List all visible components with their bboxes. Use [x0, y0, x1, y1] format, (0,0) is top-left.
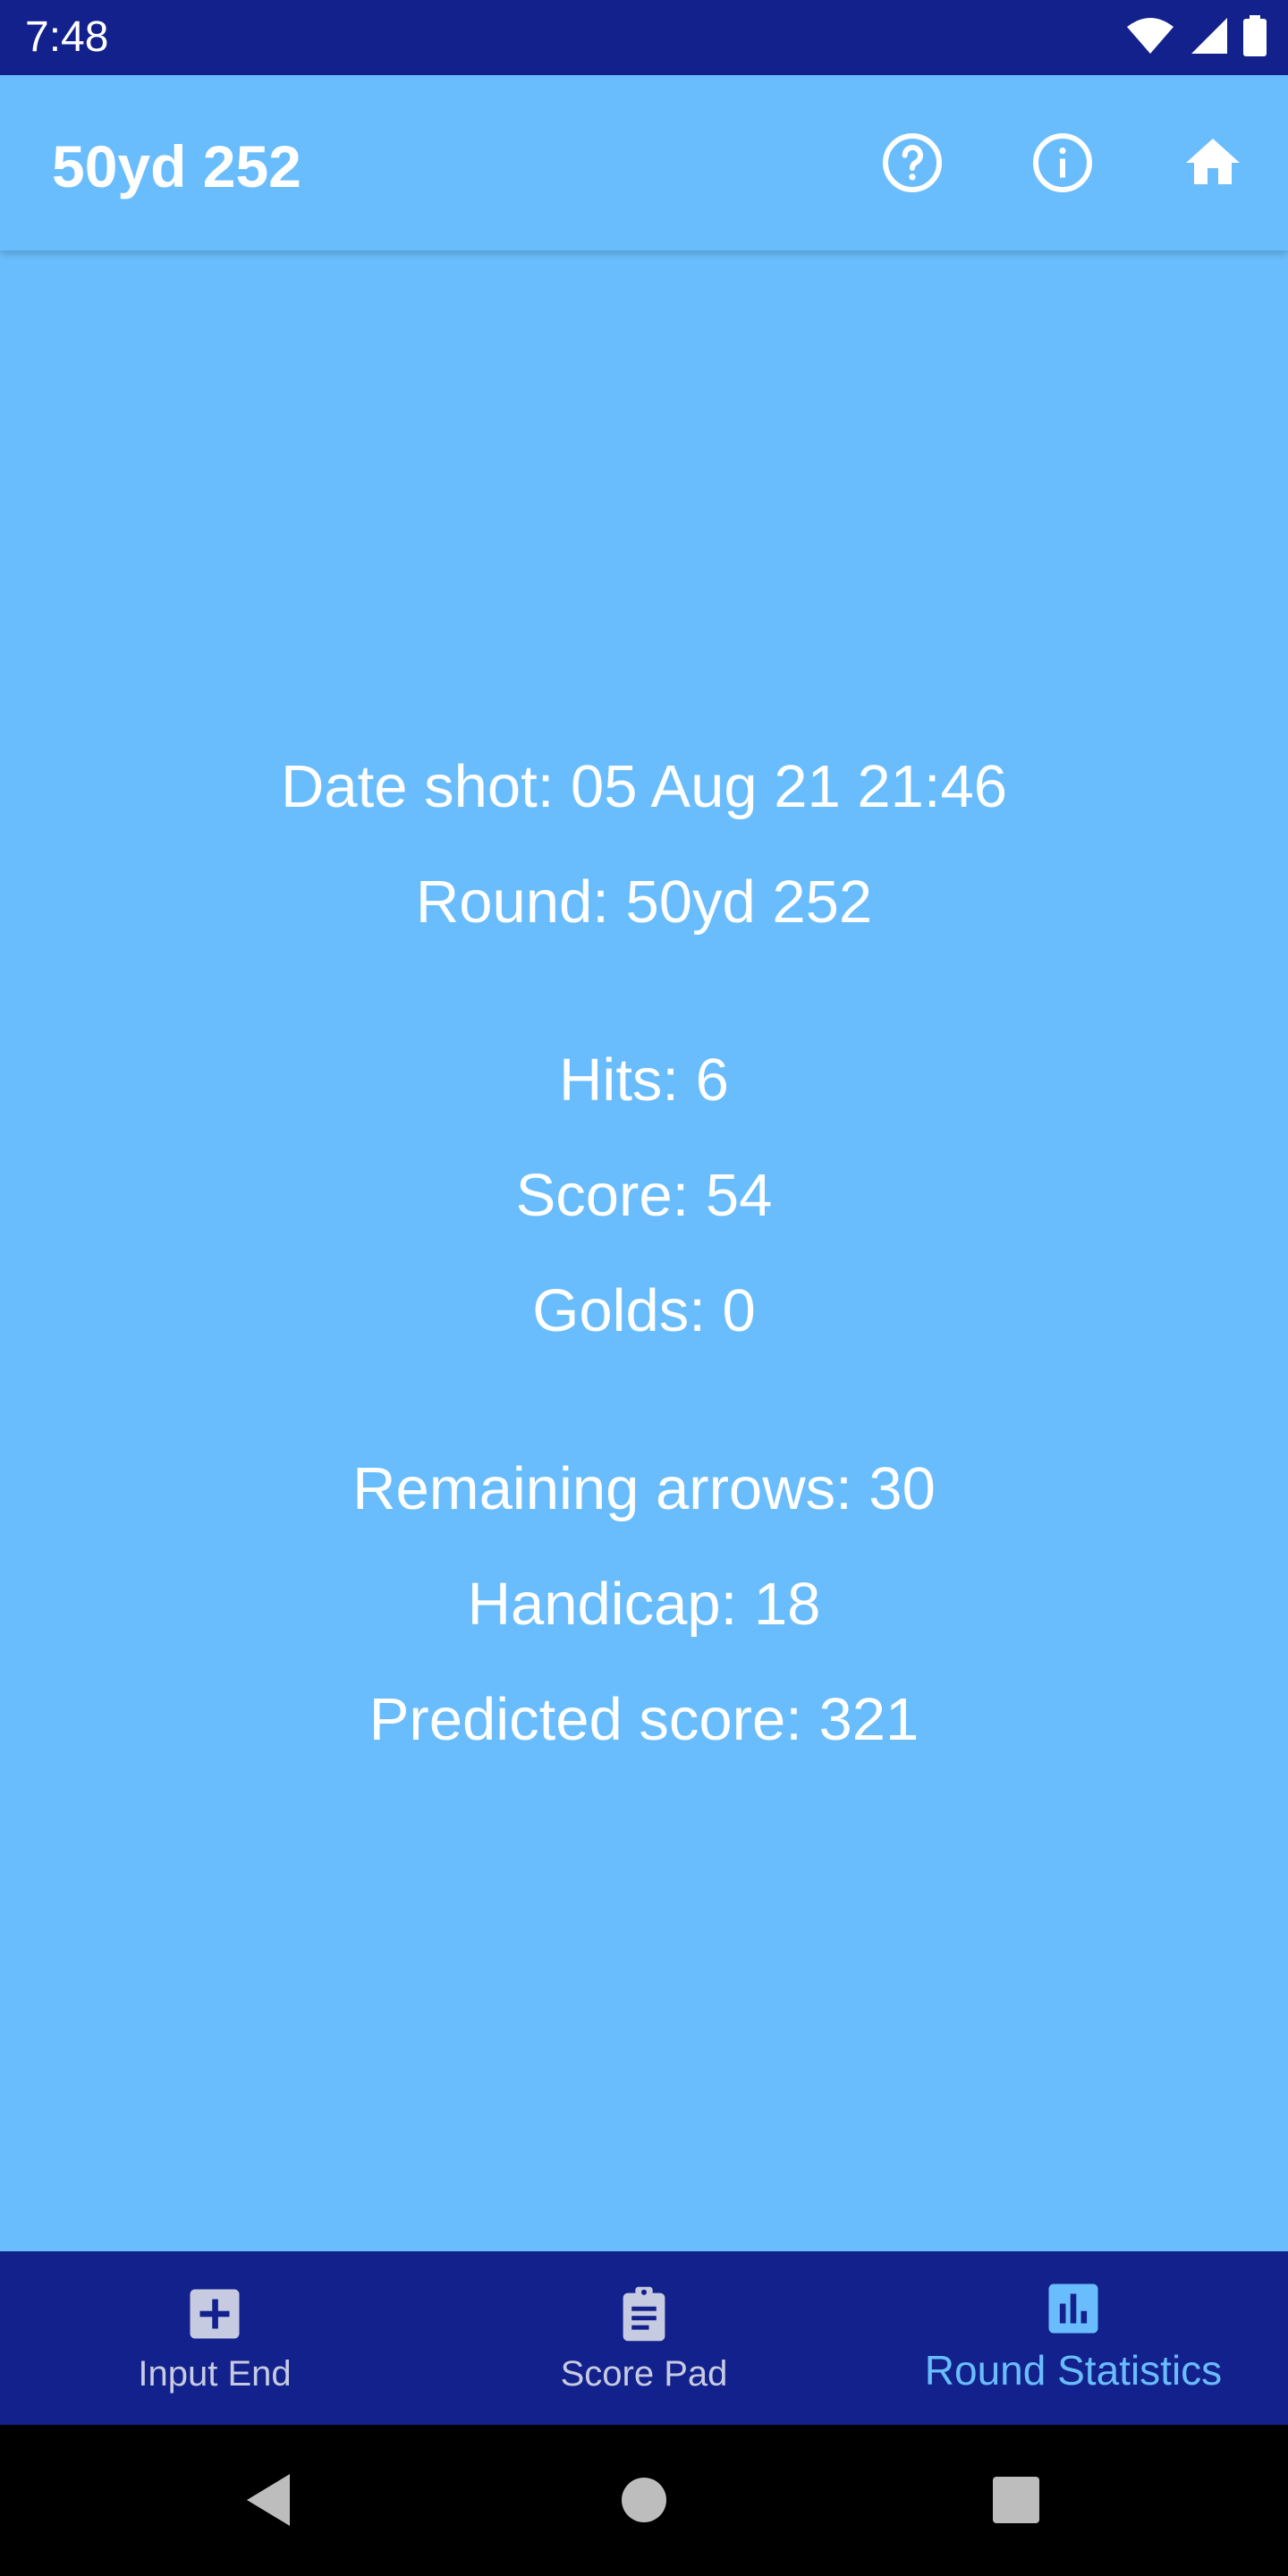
handicap-value: Handicap: 18 — [467, 1571, 821, 1638]
home-system-button[interactable] — [608, 2466, 680, 2538]
nav-score-pad-label: Score Pad — [560, 2354, 728, 2394]
info-icon — [1030, 131, 1095, 199]
recents-square-icon — [992, 2476, 1040, 2529]
bottom-navigation: Input End Score Pad Round Statistics — [0, 2251, 1288, 2425]
status-time: 7:48 — [25, 13, 109, 61]
nav-round-statistics-label: Round Statistics — [924, 2347, 1223, 2394]
back-button[interactable] — [233, 2466, 304, 2538]
back-triangle-icon — [242, 2470, 295, 2534]
help-circle-icon — [880, 131, 945, 199]
app-bar: 50yd 252 — [0, 75, 1288, 250]
score-value: Score: 54 — [515, 1162, 773, 1229]
recents-button[interactable] — [980, 2466, 1052, 2538]
nav-score-pad[interactable]: Score Pad — [429, 2251, 859, 2425]
round-name: Round: 50yd 252 — [415, 869, 873, 936]
status-bar: 7:48 — [0, 0, 1288, 75]
predicted-score-value: Predicted score: 321 — [369, 1686, 919, 1753]
battery-icon — [1243, 14, 1267, 61]
nav-input-end[interactable]: Input End — [0, 2251, 429, 2425]
hits-value: Hits: 6 — [559, 1046, 729, 1114]
wifi-icon — [1125, 16, 1175, 60]
status-icons — [1125, 14, 1267, 61]
remaining-arrows-value: Remaining arrows: 30 — [352, 1455, 936, 1522]
nav-input-end-label: Input End — [138, 2354, 292, 2394]
info-button[interactable] — [1018, 120, 1107, 209]
home-circle-icon — [621, 2477, 667, 2528]
golds-value: Golds: 0 — [532, 1277, 756, 1344]
bar-chart-icon — [1041, 2276, 1106, 2341]
nav-round-statistics[interactable]: Round Statistics — [859, 2251, 1288, 2425]
help-button[interactable] — [868, 120, 957, 209]
home-button[interactable] — [1168, 120, 1258, 209]
system-navigation-bar — [0, 2425, 1288, 2576]
home-icon — [1181, 131, 1245, 199]
date-shot: Date shot: 05 Aug 21 21:46 — [280, 753, 1008, 820]
page-title: 50yd 252 — [52, 133, 301, 199]
cell-signal-icon — [1190, 16, 1229, 60]
add-box-icon — [182, 2282, 247, 2346]
clipboard-icon — [612, 2282, 676, 2346]
